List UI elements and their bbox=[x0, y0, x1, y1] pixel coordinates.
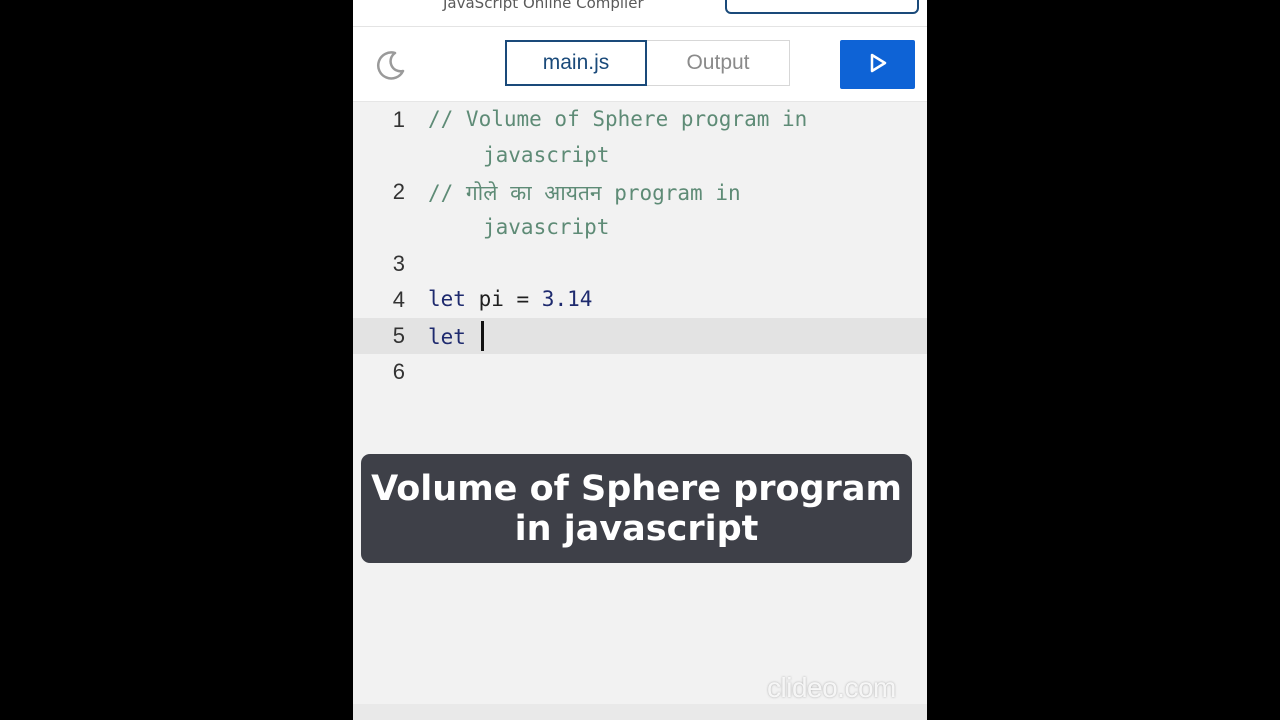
top-header: JavaScript Online Compiler bbox=[353, 0, 927, 27]
line-number: 3 bbox=[392, 251, 405, 276]
code-line: 2 // गोले का आयतन program in bbox=[353, 174, 927, 210]
run-button[interactable] bbox=[840, 40, 915, 89]
code-line-wrap: javascript bbox=[353, 138, 927, 174]
code-line: 3 bbox=[353, 246, 927, 282]
line-number: 1 bbox=[392, 107, 405, 132]
code-line-wrap: javascript bbox=[353, 210, 927, 246]
code-line: 1 // Volume of Sphere program in bbox=[353, 102, 927, 138]
editor-toolbar: main.js Output bbox=[353, 27, 927, 102]
code-line: 4 let pi = 3.14 bbox=[353, 282, 927, 318]
tab-main-js-label: main.js bbox=[542, 51, 610, 74]
code-text: // गोले का आयतन program in bbox=[428, 181, 741, 205]
code-editor[interactable]: 1 // Volume of Sphere program in javascr… bbox=[353, 102, 927, 702]
identifier-token: pi = bbox=[465, 287, 542, 311]
app-title: JavaScript Online Compiler bbox=[443, 0, 644, 12]
keyword-token: let bbox=[428, 325, 466, 349]
line-number: 4 bbox=[392, 287, 405, 312]
tab-main-js[interactable]: main.js bbox=[505, 40, 647, 86]
line-number: 6 bbox=[392, 359, 405, 384]
tab-output-label: Output bbox=[686, 51, 750, 74]
phone-screen: JavaScript Online Compiler main.js Outpu… bbox=[353, 0, 927, 720]
play-icon bbox=[867, 52, 889, 78]
code-text: // Volume of Sphere program in bbox=[428, 107, 808, 131]
text-cursor bbox=[480, 321, 484, 351]
caption-text: Volume of Sphere program in javascript bbox=[371, 468, 902, 549]
tab-output[interactable]: Output bbox=[647, 40, 790, 86]
code-line: 6 bbox=[353, 354, 927, 390]
line-number: 2 bbox=[392, 179, 405, 204]
moon-icon[interactable] bbox=[375, 49, 407, 81]
identifier-token bbox=[466, 325, 479, 349]
code-text: let bbox=[428, 321, 484, 353]
bottom-strip bbox=[353, 704, 927, 720]
keyword-token: let bbox=[428, 287, 466, 311]
watermark: clideo.com bbox=[767, 672, 896, 703]
code-text: let pi = 3.14 bbox=[428, 287, 592, 311]
video-caption: Volume of Sphere program in javascript bbox=[361, 454, 912, 563]
line-number: 5 bbox=[392, 323, 405, 348]
code-text-wrap: javascript bbox=[483, 215, 610, 239]
header-button[interactable] bbox=[725, 0, 919, 14]
code-line-active: 5 let bbox=[353, 318, 927, 354]
code-text-wrap: javascript bbox=[483, 143, 610, 167]
number-token: 3.14 bbox=[541, 287, 593, 311]
